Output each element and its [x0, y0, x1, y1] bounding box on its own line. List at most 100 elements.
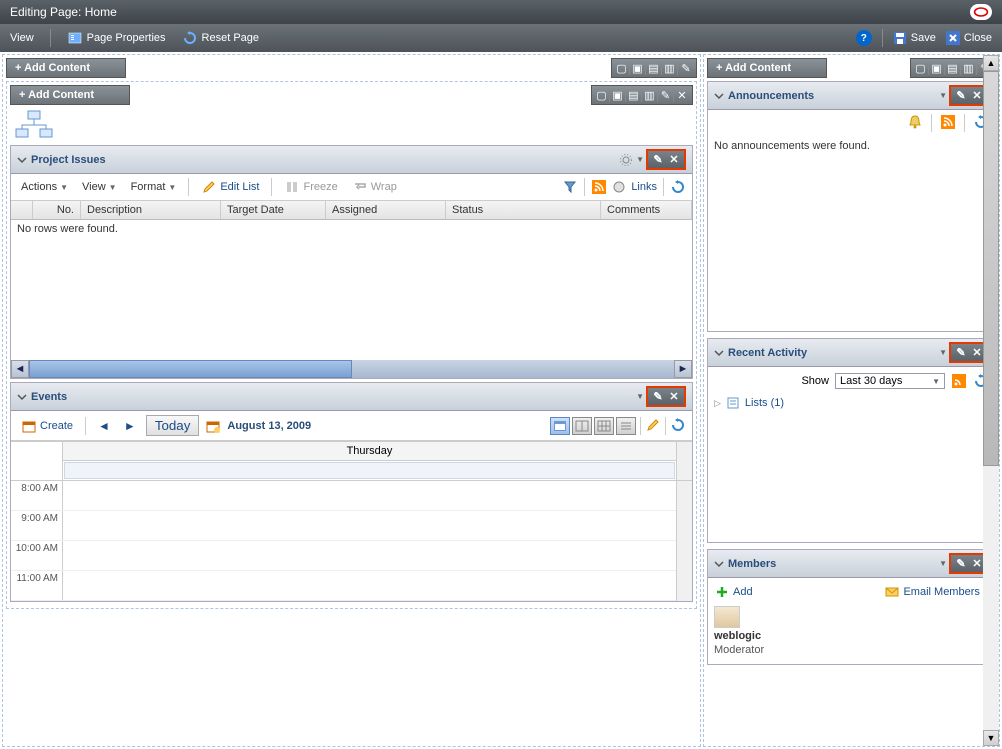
time-slot[interactable]	[63, 571, 676, 600]
collapse-icon[interactable]	[714, 91, 724, 101]
view-menu[interactable]: View ▼	[78, 179, 121, 195]
time-slot[interactable]	[63, 511, 676, 540]
pencil-icon[interactable]	[645, 417, 661, 433]
time-slot[interactable]	[63, 541, 676, 570]
layout-icon[interactable]: ▥	[642, 88, 658, 102]
time-label: 9:00 AM	[11, 511, 63, 540]
close-icon[interactable]: ✕	[674, 88, 690, 102]
announcements-panel: Announcements ▼ ✎ ✕ No announcements wer…	[707, 81, 996, 332]
layout-icon[interactable]: ▢	[594, 88, 610, 102]
date-picker-icon[interactable]	[205, 418, 221, 434]
close-icon[interactable]: ✕	[668, 153, 680, 166]
layout-icon[interactable]: ▣	[630, 61, 646, 75]
layout-icon[interactable]: ▣	[610, 88, 626, 102]
scroll-up-icon[interactable]: ▲	[983, 55, 999, 71]
next-arrow-icon[interactable]: ►	[120, 419, 140, 433]
allday-slot[interactable]	[64, 462, 675, 479]
vertical-scrollbar[interactable]: ▲ ▼	[983, 55, 999, 746]
close-icon[interactable]: ✕	[971, 346, 983, 359]
close-icon[interactable]: ✕	[971, 557, 983, 570]
col-target-date[interactable]: Target Date	[227, 204, 284, 216]
col-no[interactable]: No.	[57, 204, 74, 216]
email-members-button[interactable]: Email Members »	[884, 584, 989, 600]
create-event-button[interactable]: Create	[17, 416, 77, 436]
wrap-button[interactable]: Wrap	[348, 177, 401, 197]
edit-icon[interactable]: ✎	[955, 89, 967, 102]
time-slot[interactable]	[63, 481, 676, 510]
layout-icon[interactable]: ▤	[646, 61, 662, 75]
reset-page-button[interactable]: Reset Page	[182, 30, 259, 46]
rss-icon[interactable]	[591, 179, 607, 195]
links-button[interactable]: Links	[631, 181, 657, 193]
month-view-button[interactable]	[594, 417, 614, 435]
week-view-button[interactable]	[572, 417, 592, 435]
time-label: 11:00 AM	[11, 571, 63, 600]
horizontal-scrollbar[interactable]: ◄ ►	[11, 360, 692, 378]
add-content-button[interactable]: + Add Content	[707, 58, 827, 78]
col-status[interactable]: Status	[452, 204, 483, 216]
events-panel: Events ▼ ✎ ✕ Create ◄ ► Today	[10, 382, 693, 602]
view-menu[interactable]: View	[10, 32, 34, 44]
edit-icon[interactable]: ✎	[955, 346, 967, 359]
add-member-button[interactable]: Add	[714, 584, 753, 600]
recent-activity-panel: Recent Activity ▼ ✎ ✕ Show Last 30 days …	[707, 338, 996, 543]
today-button[interactable]: Today	[146, 415, 200, 436]
freeze-button[interactable]: Freeze	[280, 177, 341, 197]
save-button[interactable]: Save	[893, 31, 936, 45]
edit-icon[interactable]: ✎	[652, 153, 664, 166]
close-button[interactable]: Close	[946, 31, 992, 45]
page-properties-button[interactable]: Page Properties	[67, 30, 166, 46]
edit-icon[interactable]: ✎	[955, 557, 967, 570]
edit-icon[interactable]: ✎	[658, 88, 674, 102]
calendar-grid: Thursday 8:00 AM 9:00 AM 10:00 AM 11:00 …	[11, 441, 692, 601]
oracle-logo-icon	[970, 4, 992, 20]
layout-icon[interactable]: ▤	[626, 88, 642, 102]
layout-icon[interactable]: ▣	[929, 61, 945, 75]
prev-arrow-icon[interactable]: ◄	[94, 419, 114, 433]
scroll-down-icon[interactable]: ▼	[983, 730, 999, 746]
layout-icon[interactable]: ▢	[913, 61, 929, 75]
edit-icon[interactable]: ✎	[652, 390, 664, 403]
vertical-scrollbar[interactable]	[676, 481, 692, 601]
plus-icon	[714, 584, 730, 600]
refresh-icon[interactable]	[670, 417, 686, 433]
close-icon[interactable]: ✕	[971, 89, 983, 102]
edit-icon[interactable]: ✎	[678, 61, 694, 75]
format-menu[interactable]: Format ▼	[127, 179, 181, 195]
rss-icon[interactable]	[940, 114, 956, 130]
bell-icon[interactable]	[907, 114, 923, 130]
expand-triangle-icon[interactable]: ▷	[714, 398, 721, 409]
col-assigned[interactable]: Assigned	[332, 204, 377, 216]
day-view-button[interactable]	[550, 417, 570, 435]
add-content-button[interactable]: + Add Content	[6, 58, 126, 78]
filter-icon[interactable]	[562, 179, 578, 195]
events-toolbar: Create ◄ ► Today August 13, 2009	[11, 411, 692, 441]
collapse-icon[interactable]	[714, 348, 724, 358]
layout-icon[interactable]: ▥	[662, 61, 678, 75]
scroll-left-icon[interactable]: ◄	[11, 360, 29, 378]
layout-icon[interactable]: ▥	[961, 61, 977, 75]
help-icon[interactable]: ?	[856, 30, 872, 46]
collapse-icon[interactable]	[714, 559, 724, 569]
panel-title: Members	[728, 558, 776, 570]
member-card[interactable]: weblogic Moderator	[714, 602, 814, 660]
rss-icon[interactable]	[951, 373, 967, 389]
page-title: Editing Page: Home	[10, 5, 117, 19]
layout-icon[interactable]: ▢	[614, 61, 630, 75]
gear-icon[interactable]	[618, 152, 634, 168]
scroll-right-icon[interactable]: ►	[674, 360, 692, 378]
actions-menu[interactable]: Actions ▼	[17, 179, 72, 195]
collapse-icon[interactable]	[17, 155, 27, 165]
list-view-button[interactable]	[616, 417, 636, 435]
add-content-button[interactable]: + Add Content	[10, 85, 130, 105]
col-description[interactable]: Description	[87, 204, 142, 216]
col-comments[interactable]: Comments	[607, 204, 660, 216]
collapse-icon[interactable]	[17, 392, 27, 402]
lists-item[interactable]: ▷ Lists (1)	[714, 391, 989, 415]
show-range-select[interactable]: Last 30 days ▼	[835, 373, 945, 389]
layout-icon[interactable]: ▤	[945, 61, 961, 75]
refresh-icon[interactable]	[670, 179, 686, 195]
edit-list-button[interactable]: Edit List	[197, 177, 263, 197]
links-icon[interactable]	[611, 179, 627, 195]
close-icon[interactable]: ✕	[668, 390, 680, 403]
